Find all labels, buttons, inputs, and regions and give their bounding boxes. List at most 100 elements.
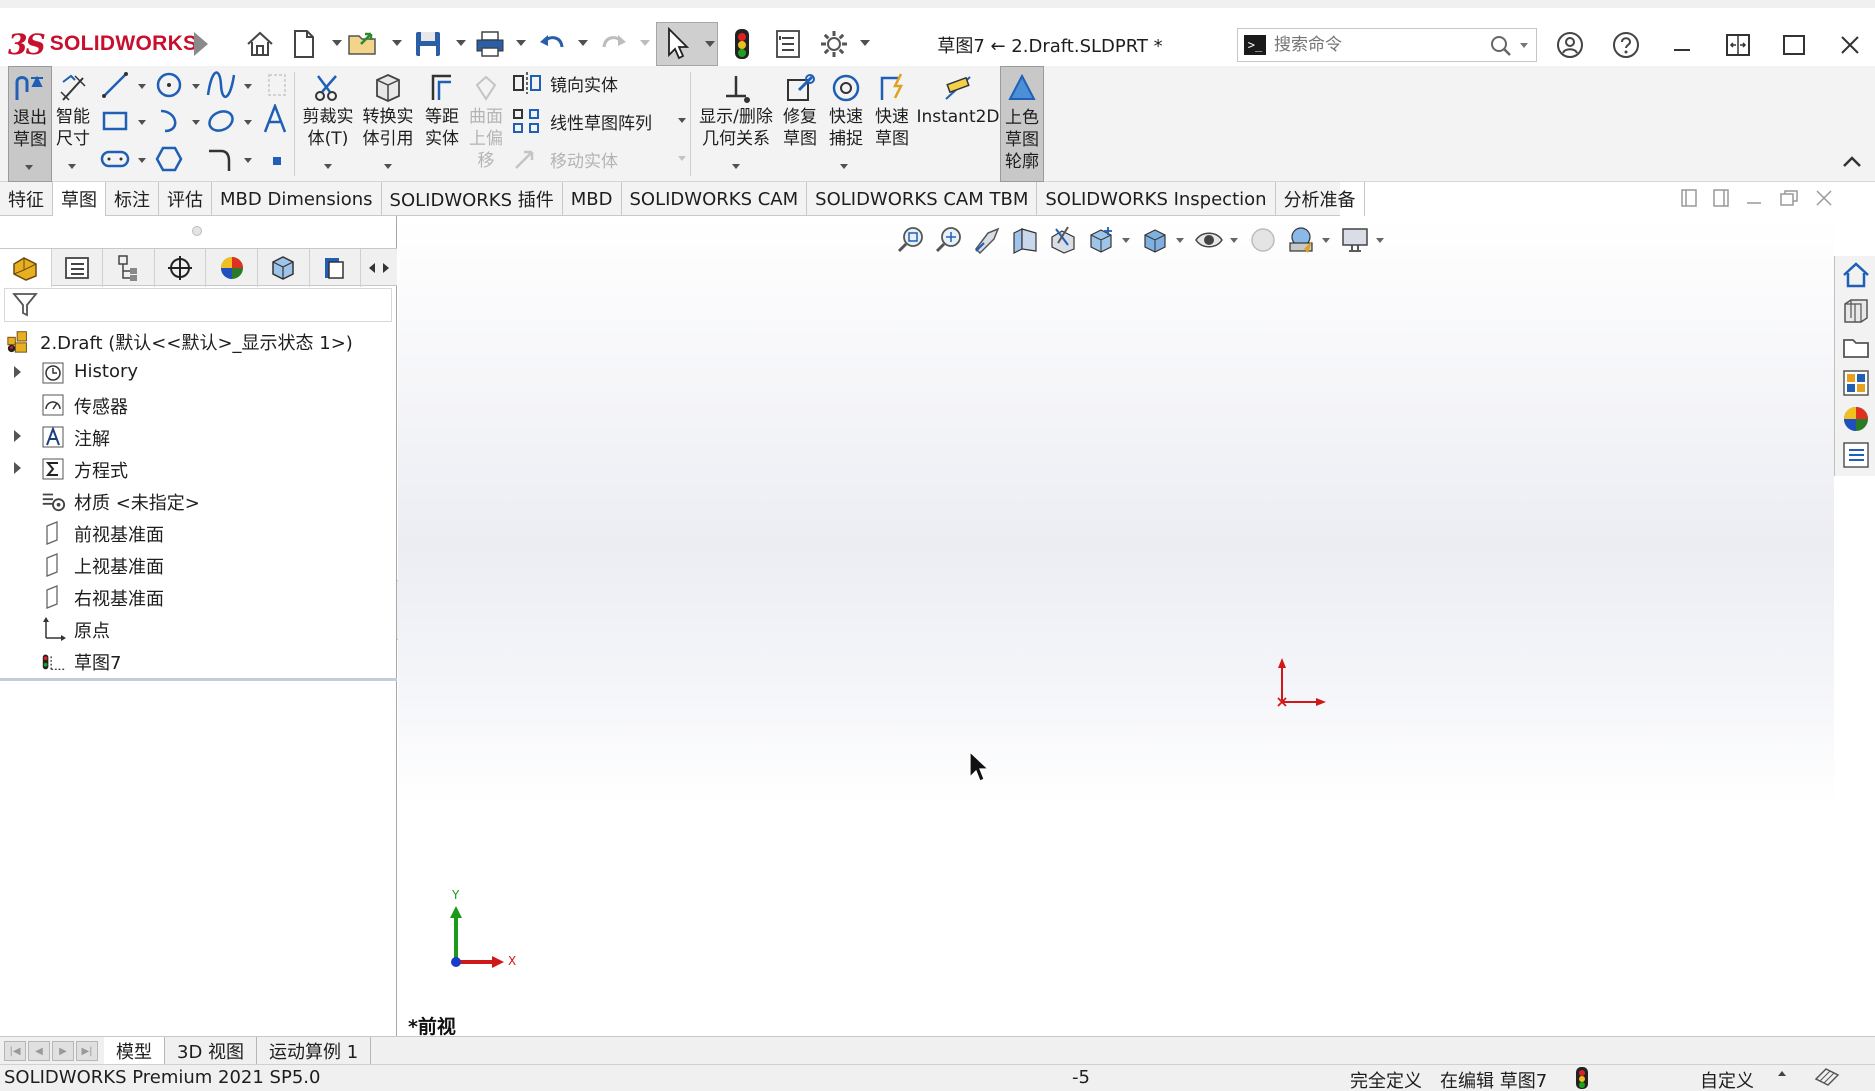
tab-0[interactable]: 特征 — [0, 182, 53, 216]
fillet-tool[interactable] — [206, 144, 236, 174]
home-button[interactable] — [242, 26, 278, 62]
tree-item-8[interactable]: 原点 — [0, 612, 397, 644]
tab-8[interactable]: SOLIDWORKS CAM TBM — [807, 182, 1038, 216]
edit-appearance-button[interactable] — [1246, 223, 1280, 257]
close-button[interactable] — [1830, 26, 1870, 64]
bottom-tab-0[interactable]: 模型 — [104, 1037, 165, 1065]
rebuild-button[interactable] — [724, 26, 760, 62]
unit-dropdown-icon[interactable] — [1778, 1071, 1786, 1076]
dock-right-icon[interactable] — [1712, 188, 1730, 208]
search-icon[interactable] — [1490, 35, 1512, 57]
minimize-button[interactable] — [1662, 26, 1702, 64]
expand-arrow-icon[interactable] — [14, 430, 21, 442]
offset-entities-button[interactable]: 等距 实体 — [420, 66, 464, 182]
tree-item-2[interactable]: 注解 — [0, 420, 397, 452]
rectangle-tool[interactable] — [100, 106, 130, 136]
property-manager-tab[interactable] — [52, 249, 104, 287]
search-commands[interactable]: >_ — [1237, 28, 1537, 62]
view-palette-button[interactable] — [1838, 366, 1874, 400]
point-tool[interactable] — [262, 146, 292, 176]
rapid-sketch-button[interactable]: 快速 草图 — [870, 66, 914, 182]
display-style-button[interactable] — [1138, 223, 1172, 257]
repair-sketch-button[interactable]: 修复 草图 — [778, 66, 822, 182]
save-dropdown-icon[interactable] — [456, 40, 466, 46]
custom-properties-button[interactable] — [1838, 438, 1874, 472]
feature-manager-tab[interactable] — [0, 249, 52, 287]
expand-arrow-icon[interactable] — [14, 462, 21, 474]
hide-show-dropdown-icon[interactable] — [1230, 237, 1238, 243]
solidworks-resources-button[interactable] — [1838, 258, 1874, 292]
bottom-tab-1[interactable]: 3D 视图 — [165, 1037, 258, 1065]
tree-divider[interactable] — [0, 678, 397, 681]
open-button[interactable] — [346, 26, 382, 62]
tab-3[interactable]: 评估 — [159, 182, 212, 216]
previous-view-button[interactable] — [970, 223, 1004, 257]
line-dropdown-icon[interactable] — [138, 84, 146, 89]
offset-on-surface-button[interactable]: 曲面 上偏 移 — [464, 66, 508, 182]
circle-tool[interactable] — [154, 70, 184, 100]
tab-5[interactable]: SOLIDWORKS 插件 — [382, 182, 563, 216]
doc-restore-icon[interactable] — [1778, 188, 1800, 208]
options-dropdown-icon[interactable] — [860, 40, 870, 46]
move-dropdown-icon[interactable] — [678, 156, 686, 161]
rebuild-status-icon[interactable] — [1574, 1066, 1590, 1091]
arc-dropdown-icon[interactable] — [192, 120, 200, 125]
tab-7[interactable]: SOLIDWORKS CAM — [622, 182, 808, 216]
mirror-entities-button[interactable]: 镜向实体 — [512, 66, 618, 100]
tree-item-6[interactable]: 上视基准面 — [0, 548, 397, 580]
linear-pattern-button[interactable]: 线性草图阵列 — [512, 104, 652, 138]
tree-root-part[interactable]: 2.Draft (默认<<默认>_显示状态 1>) — [0, 324, 397, 356]
ellipse-tool[interactable] — [206, 106, 236, 136]
trim-entities-button[interactable]: 剪裁实 体(T) — [300, 66, 356, 182]
tree-item-5[interactable]: 前视基准面 — [0, 516, 397, 548]
bottom-tab-2[interactable]: 运动算例 1 — [257, 1037, 372, 1065]
view-orientation-button[interactable] — [1084, 223, 1118, 257]
tree-item-1[interactable]: 传感器 — [0, 388, 397, 420]
tree-item-4[interactable]: 材质 <未指定> — [0, 484, 397, 516]
slot-dropdown-icon[interactable] — [138, 158, 146, 163]
view-settings-button[interactable] — [1338, 223, 1372, 257]
view-orientation-dropdown-icon[interactable] — [1122, 237, 1130, 243]
solidworks-logo[interactable]: 3S SOLIDWORKS — [8, 24, 197, 64]
display-delete-relations-button[interactable]: 显示/删除 几何关系 — [696, 66, 776, 182]
rectangle-dropdown-icon[interactable] — [138, 120, 146, 125]
convert-entities-button[interactable]: 转换实 体引用 — [360, 66, 416, 182]
account-button[interactable] — [1550, 26, 1590, 64]
display-style-dropdown-icon[interactable] — [1176, 237, 1184, 243]
exit-sketch-button[interactable]: 退出 草图 — [8, 66, 52, 182]
tab-9[interactable]: SOLIDWORKS Inspection — [1037, 182, 1276, 216]
search-dropdown-icon[interactable] — [1520, 43, 1528, 48]
select-dropdown-icon[interactable] — [705, 41, 715, 47]
maximize-button[interactable] — [1774, 26, 1814, 64]
slot-tool[interactable] — [100, 144, 130, 174]
redo-button[interactable] — [596, 26, 632, 62]
cam-feature-tree-tab[interactable] — [258, 249, 310, 287]
tab-4[interactable]: MBD Dimensions — [212, 182, 382, 216]
scroll-left-icon[interactable] — [368, 262, 376, 274]
text-tool[interactable] — [260, 104, 290, 134]
apply-scene-dropdown-icon[interactable] — [1322, 237, 1330, 243]
tree-item-3[interactable]: 方程式 — [0, 452, 397, 484]
search-input[interactable] — [1274, 33, 1474, 57]
tree-filter[interactable] — [4, 288, 392, 322]
doc-close-icon[interactable] — [1814, 188, 1834, 208]
print-button[interactable] — [472, 26, 508, 62]
file-properties-button[interactable] — [770, 26, 806, 62]
print-dropdown-icon[interactable] — [516, 40, 526, 46]
new-document-button[interactable] — [286, 26, 322, 62]
expand-arrow-icon[interactable] — [14, 366, 21, 378]
zoom-to-fit-button[interactable] — [894, 223, 928, 257]
spline-tool[interactable] — [206, 70, 236, 100]
cam-operation-tree-tab[interactable] — [310, 249, 362, 287]
undo-dropdown-icon[interactable] — [578, 40, 588, 46]
ellipse-dropdown-icon[interactable] — [244, 120, 252, 125]
view-settings-dropdown-icon[interactable] — [1376, 237, 1384, 243]
last-tab-icon[interactable]: ▶| — [76, 1041, 98, 1061]
apply-scene-button[interactable] — [1284, 223, 1318, 257]
appearances-button[interactable] — [1838, 402, 1874, 436]
quick-tips-icon[interactable] — [1812, 1065, 1842, 1091]
zoom-to-area-button[interactable] — [932, 223, 966, 257]
scroll-right-icon[interactable] — [382, 262, 390, 274]
dock-left-icon[interactable] — [1680, 188, 1698, 208]
quick-snaps-button[interactable]: 快速 捕捉 — [824, 66, 868, 182]
